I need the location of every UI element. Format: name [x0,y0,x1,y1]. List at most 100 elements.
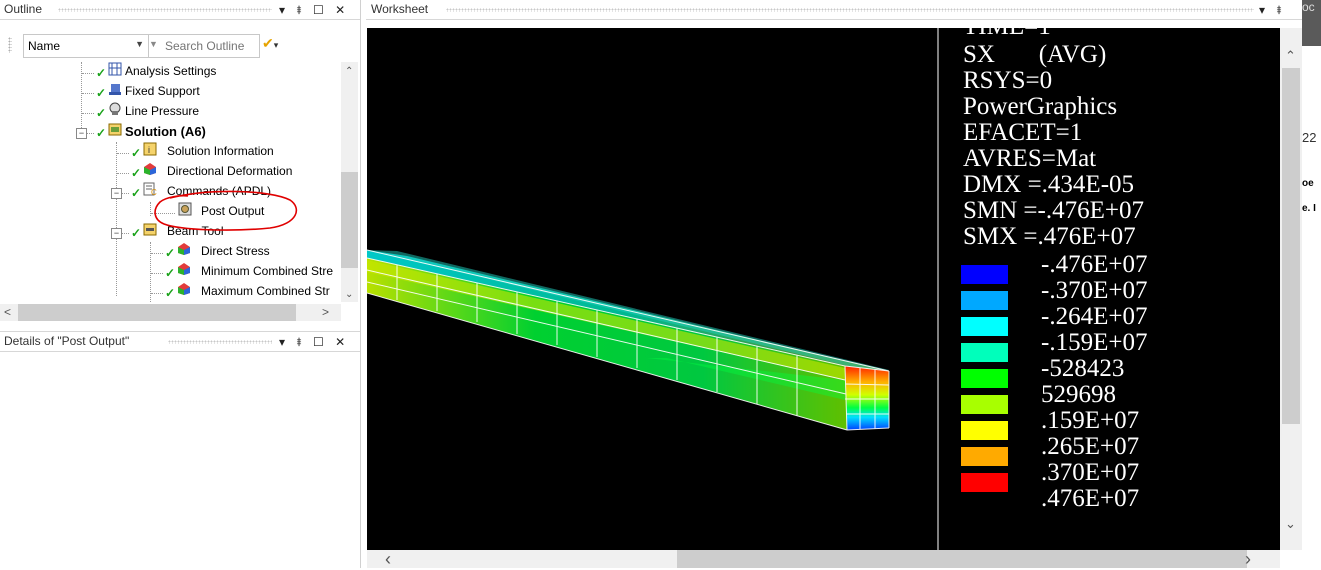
adjacent-text: e. I [1302,203,1316,214]
tree-item-label: Line Pressure [125,104,200,118]
tree-item-label: Analysis Settings [125,64,217,78]
tree-item-fixed-support[interactable]: ✓ Fixed Support [0,82,341,102]
analysis-settings-icon [108,62,122,76]
tree-item-direct-stress[interactable]: ✓ Direct Stress [0,242,341,262]
legend-swatch [961,317,1008,336]
scroll-thumb[interactable] [341,172,358,268]
tree-item-solution-information[interactable]: ✓ i Solution Information [0,142,341,162]
legend-efacet: EFACET=1 [963,119,1083,146]
details-title: Details of "Post Output" [4,334,130,348]
solution-icon [108,123,122,136]
legend-rsys: RSYS=0 [963,67,1053,94]
legend-value: .370E+07 [1041,459,1140,486]
apdl-result-viewport[interactable]: TIME=1 SX (AVG) RSYS=0 PowerGraphics EFA… [367,28,1308,550]
chevron-down-icon: ▼ [135,39,144,49]
tree-item-label: Solution Information [167,144,274,158]
scroll-down-icon[interactable]: ⌄ [345,289,353,300]
tree-item-minimum-combined-stress[interactable]: ✓ Minimum Combined Stre [0,262,341,282]
fixed-support-icon [109,84,121,95]
tree-item-directional-deformation[interactable]: ✓ Directional Deformation [0,162,341,182]
scroll-right-icon[interactable]: › [1245,549,1251,570]
toolbar-grip [8,37,12,53]
legend-value: .159E+07 [1041,407,1140,434]
legend-time: TIME=1 [963,28,1051,40]
scroll-thumb[interactable] [18,304,296,321]
tree-item-analysis-settings[interactable]: ✓ Analysis Settings [0,62,341,82]
filter-icon[interactable]: ✔▾ [262,35,278,52]
legend-result-type: SX (AVG) [963,41,1107,68]
scroll-left-icon[interactable]: < [4,305,11,319]
legend-swatch [961,291,1008,310]
beam-stress-contour [367,28,939,550]
tree-item-line-pressure[interactable]: ✓ Line Pressure [0,102,341,122]
tree-item-maximum-combined-stress[interactable]: ✓ Maximum Combined Str [0,282,341,302]
adjacent-text: 22 [1302,130,1317,145]
legend-swatch [961,265,1008,284]
legend-value: -.476E+07 [1041,251,1148,278]
check-icon: ✓ [96,66,107,80]
pane-splitter[interactable] [360,0,361,568]
annotation-circle [154,190,298,231]
legend-swatch [961,421,1008,440]
tree-item-label: Minimum Combined Stre [201,264,334,278]
legend-swatch [961,447,1008,466]
check-icon: ✓ [165,286,176,300]
name-combo[interactable]: Name ▼ [23,34,149,58]
solution-information-icon: i [143,142,157,156]
legend-swatch [961,395,1008,414]
line-pressure-icon [109,102,121,115]
collapse-icon[interactable]: − [111,228,122,239]
scroll-up-icon[interactable]: ⌃ [345,66,353,77]
check-icon: ✓ [131,146,142,160]
outline-tree: ✓ Analysis Settings ✓ Fixed Support ✓ Li… [0,62,341,302]
details-header: Details of "Post Output" ▾ ⯒ ☐ ✕ [0,331,360,352]
scroll-thumb[interactable] [1282,68,1300,424]
legend-value: -.159E+07 [1041,329,1148,356]
worksheet-header-buttons[interactable]: ▾ ⯒ [1259,1,1286,22]
tree-item-solution[interactable]: − ✓ Solution (A6) [0,122,341,142]
legend-graphics: PowerGraphics [963,93,1118,120]
search-input[interactable] [163,36,257,56]
collapse-icon[interactable]: − [111,188,122,199]
tree-item-label: Solution (A6) [125,124,206,139]
check-icon: ✓ [165,266,176,280]
check-icon: ✓ [96,106,107,120]
search-outline-field[interactable]: ▼ [148,34,260,58]
adjacent-text: oe [1302,178,1314,189]
legend-smx: SMX =.476E+07 [963,223,1136,250]
check-icon: ✓ [131,166,142,180]
scroll-left-icon[interactable]: ‹ [385,549,391,570]
adjacent-text: oc [1302,0,1315,14]
direct-stress-icon [178,243,190,255]
scroll-thumb[interactable] [677,550,1247,568]
legend-smn: SMN =-.476E+07 [963,197,1144,224]
legend-swatch [961,343,1008,362]
outline-horizontal-scrollbar[interactable]: < > [0,304,341,321]
legend-value: 529698 [1041,381,1116,408]
tree-item-label: Direct Stress [201,244,270,258]
outline-title: Outline [4,2,43,16]
check-icon: ✓ [96,86,107,100]
outline-header-grip [58,8,272,12]
legend-value: -.370E+07 [1041,277,1148,304]
details-header-buttons[interactable]: ▾ ⯒ ☐ ✕ [279,333,349,354]
worksheet-horizontal-scrollbar[interactable]: ‹ › [367,549,1280,570]
name-combo-value: Name [28,39,61,53]
min-combined-stress-icon [178,263,190,275]
outline-header-buttons[interactable]: ▾ ⯒ ☐ ✕ [279,1,349,22]
check-icon: ✓ [165,246,176,260]
collapse-icon[interactable]: − [76,128,87,139]
details-header-grip [168,340,272,344]
worksheet-header: Worksheet ▾ ⯒ [366,0,1302,20]
legend-avres: AVRES=Mat [963,145,1097,172]
svg-text:i: i [148,145,150,155]
check-icon: ✓ [131,226,142,240]
legend-value: .476E+07 [1041,485,1140,512]
scroll-down-icon[interactable]: ⌄ [1285,516,1296,532]
scroll-right-icon[interactable]: > [322,305,329,319]
legend-value: -.264E+07 [1041,303,1148,330]
worksheet-vertical-scrollbar[interactable]: ⌃ ⌄ [1280,28,1302,550]
outline-vertical-scrollbar[interactable]: ⌃ ⌄ [341,62,358,302]
tree-item-label: Fixed Support [125,84,200,98]
scroll-up-icon[interactable]: ⌃ [1285,48,1296,64]
